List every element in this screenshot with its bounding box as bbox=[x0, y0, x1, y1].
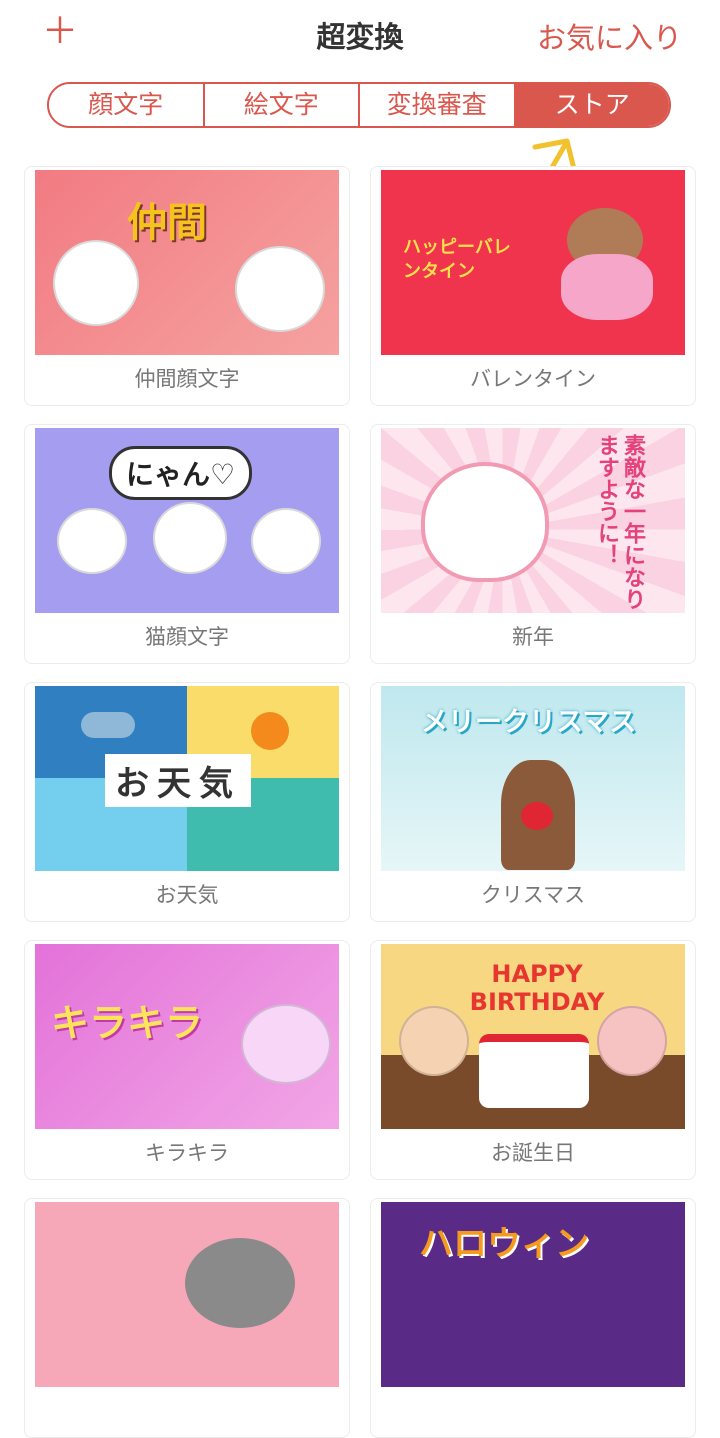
store-item-christmas[interactable]: メリークリスマス クリスマス bbox=[370, 682, 696, 922]
sun-icon bbox=[251, 712, 289, 750]
birthday-banner: HAPPY BIRTHDAY bbox=[381, 944, 685, 1129]
item-label: お天気 bbox=[155, 883, 219, 907]
cat-icon bbox=[251, 508, 321, 574]
store-item-nakama[interactable]: 仲間 仲間顔文字 bbox=[24, 166, 350, 406]
cat-icon bbox=[153, 502, 227, 574]
item-label: キラキラ bbox=[145, 1141, 229, 1165]
bear-icon bbox=[597, 1006, 667, 1076]
tab-kaomoji[interactable]: 顔文字 bbox=[49, 84, 205, 126]
christmas-banner: メリークリスマス bbox=[381, 686, 685, 871]
tab-emoji[interactable]: 絵文字 bbox=[204, 84, 360, 126]
segmented-tabs: 顔文字 絵文字 変換審査 ストア bbox=[47, 82, 671, 128]
heart-icon bbox=[561, 254, 653, 320]
red-nose-icon bbox=[521, 802, 553, 830]
store-item-birthday[interactable]: HAPPY BIRTHDAY お誕生日 bbox=[370, 940, 696, 1180]
item-label: バレンタイン bbox=[470, 367, 596, 391]
nakama-banner: 仲間 bbox=[35, 170, 339, 355]
rabbit-icon bbox=[53, 240, 139, 326]
valentine-banner: ハッピーバレンタイン bbox=[381, 170, 685, 355]
cat-icon bbox=[57, 508, 127, 574]
store-item-cat[interactable] bbox=[24, 1198, 350, 1438]
tab-store[interactable]: ストア bbox=[515, 84, 669, 126]
chick-icon bbox=[421, 462, 549, 582]
cat-icon bbox=[241, 1004, 331, 1084]
favorites-button[interactable]: お気に入り bbox=[537, 15, 682, 57]
item-label: 猫顔文字 bbox=[145, 625, 229, 649]
rabbit-icon bbox=[235, 246, 325, 332]
store-item-newyear[interactable]: 素敵な一年になりますように！ 新年 bbox=[370, 424, 696, 664]
store-item-kirakira[interactable]: キラキラ キラキラ bbox=[24, 940, 350, 1180]
item-label: 新年 bbox=[512, 625, 554, 649]
header-bar: ＋ 超変換 お気に入り bbox=[0, 0, 720, 70]
kirakira-banner: キラキラ bbox=[35, 944, 339, 1129]
store-item-weather[interactable]: お天気 お天気 bbox=[24, 682, 350, 922]
store-item-cat-kaomoji[interactable]: にゃん♡ 猫顔文字 bbox=[24, 424, 350, 664]
item-label: お誕生日 bbox=[491, 1141, 575, 1165]
item-label: 仲間顔文字 bbox=[134, 367, 240, 391]
cat-banner: にゃん♡ bbox=[35, 428, 339, 613]
cloud-icon bbox=[81, 712, 135, 738]
store-item-halloween[interactable]: ハロウィン bbox=[370, 1198, 696, 1438]
tab-conversion-review[interactable]: 変換審査 bbox=[360, 84, 516, 126]
bear-icon bbox=[399, 1006, 469, 1076]
halloween-banner: ハロウィン bbox=[381, 1202, 685, 1387]
newyear-banner: 素敵な一年になりますように！ bbox=[381, 428, 685, 613]
store-item-valentine[interactable]: ハッピーバレンタイン バレンタイン bbox=[370, 166, 696, 406]
cat-banner bbox=[35, 1202, 339, 1387]
cake-icon bbox=[479, 1034, 589, 1108]
weather-banner: お天気 bbox=[35, 686, 339, 871]
item-label: クリスマス bbox=[480, 883, 586, 907]
cat-icon bbox=[185, 1238, 295, 1328]
add-button[interactable]: ＋ bbox=[42, 12, 78, 52]
